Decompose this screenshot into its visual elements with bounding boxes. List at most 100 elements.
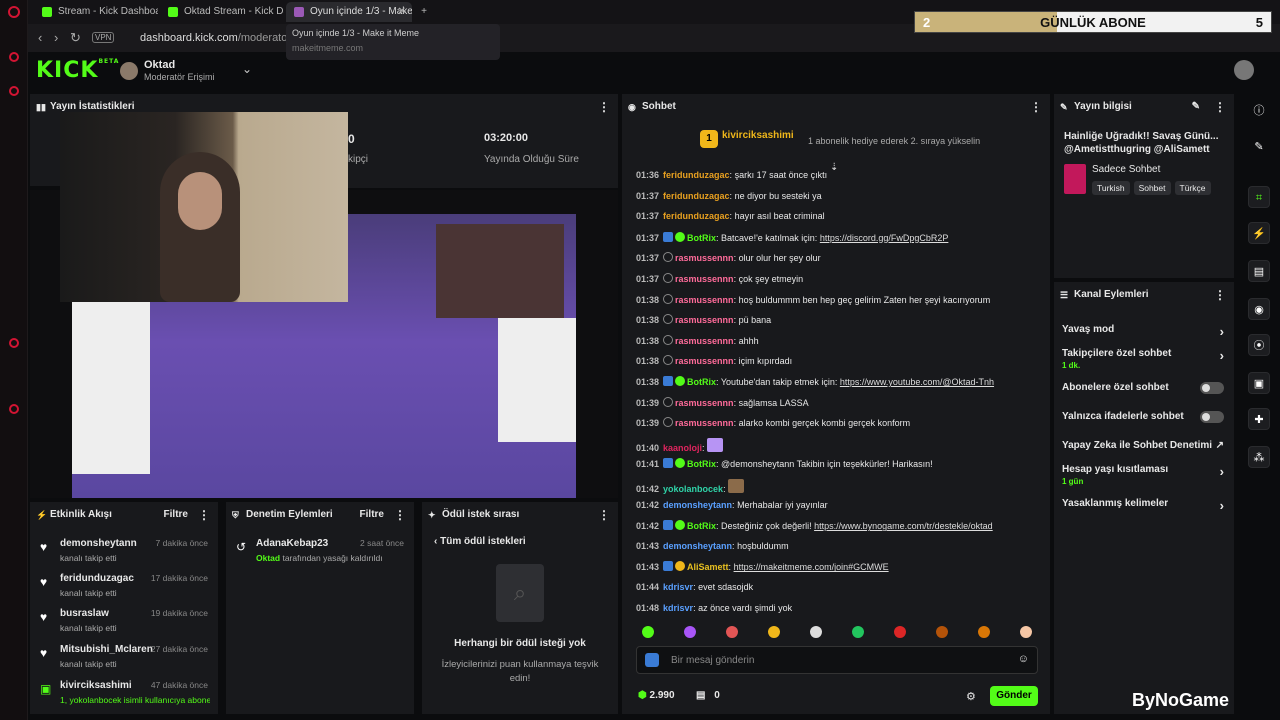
sidebar-app-icon[interactable] <box>9 338 19 348</box>
pinned-user[interactable]: kivirciksashimi <box>722 130 794 141</box>
more-options-icon[interactable]: ⋮ <box>198 502 210 528</box>
tab-stream-dashboard[interactable]: Stream - Kick Dashboard <box>34 2 158 22</box>
clip-icon[interactable]: ⌗ <box>1248 186 1270 208</box>
message-username[interactable]: yokolanbocek <box>663 484 723 494</box>
chat-bubble-icon[interactable]: ◉ <box>1248 298 1270 320</box>
subscribers-only-toggle[interactable] <box>1200 382 1224 394</box>
sidebar-app-icon[interactable] <box>9 86 19 96</box>
emote-icon[interactable] <box>642 626 654 638</box>
sidebar-app-icon[interactable] <box>9 52 19 62</box>
info-icon[interactable]: ⓘ <box>1248 100 1270 122</box>
message-username[interactable]: rasmussennn <box>675 418 734 428</box>
opera-logo-icon[interactable] <box>8 6 20 18</box>
message-username[interactable]: BotRix <box>687 233 716 243</box>
vpn-badge[interactable]: VPN <box>92 32 115 43</box>
filter-button[interactable]: Filtre <box>360 502 384 528</box>
emote-icon[interactable] <box>978 626 990 638</box>
profile-avatar[interactable] <box>1234 60 1254 80</box>
message-username[interactable]: feridunduzagac <box>663 191 730 201</box>
chat-message-input[interactable]: Bir mesaj gönderin ☺ <box>636 646 1038 674</box>
tab-oktad-dashboard[interactable]: Oktad Stream - Kick Dash <box>160 2 284 22</box>
message-username[interactable]: rasmussennn <box>675 336 734 346</box>
all-rewards-link[interactable]: ‹ Tüm ödül istekleri <box>434 536 526 547</box>
event-user[interactable]: feridunduzagac <box>60 573 134 584</box>
filter-button[interactable]: Filtre <box>164 502 188 528</box>
event-user[interactable]: busraslaw <box>60 608 109 619</box>
chevron-down-icon[interactable]: ⌄ <box>242 62 252 76</box>
moderator-name[interactable]: Oktad <box>256 553 280 563</box>
emote-icon[interactable] <box>852 626 864 638</box>
reload-icon[interactable]: ↻ <box>70 30 81 46</box>
message-username[interactable]: BotRix <box>687 459 716 469</box>
message-username[interactable]: BotRix <box>687 377 716 387</box>
new-tab-button[interactable]: + <box>414 2 434 22</box>
message-link[interactable]: https://www.bynogame.com/tr/destekle/okt… <box>814 521 993 531</box>
message-username[interactable]: BotRix <box>687 521 716 531</box>
emote-icon[interactable] <box>936 626 948 638</box>
pencil-icon[interactable]: ✎ <box>1248 136 1270 158</box>
more-options-icon[interactable]: ⋮ <box>394 502 406 528</box>
category-name[interactable]: Sadece Sohbet <box>1092 164 1160 175</box>
emoji-icon[interactable]: ☺ <box>1018 653 1029 665</box>
tag[interactable]: Türkçe <box>1174 181 1211 195</box>
message-username[interactable]: feridunduzagac <box>663 211 730 221</box>
emote-icon[interactable] <box>684 626 696 638</box>
kick-logo[interactable]: KICKBETA <box>36 58 119 83</box>
layout-icon[interactable]: ▣ <box>1248 372 1270 394</box>
more-options-icon[interactable]: ⋮ <box>1030 94 1042 120</box>
moderated-user[interactable]: AdanaKebap23 <box>256 538 328 549</box>
tab-make-it-meme[interactable]: Oyun içinde 1/3 - Make ✕ <box>286 2 412 22</box>
more-options-icon[interactable]: ⋮ <box>598 502 610 528</box>
message-username[interactable]: demonsheytann <box>663 500 732 510</box>
more-options-icon[interactable]: ⋮ <box>1214 94 1226 120</box>
emote-icon[interactable] <box>726 626 738 638</box>
emote-only-toggle[interactable] <box>1200 411 1224 423</box>
send-button[interactable]: Gönder <box>990 686 1038 706</box>
message-username[interactable]: demonsheytann <box>663 541 732 551</box>
broadcast-icon[interactable]: ⦿ <box>1248 334 1270 356</box>
message-username[interactable]: feridunduzagac <box>663 170 730 180</box>
tag[interactable]: Turkish <box>1092 181 1130 195</box>
message-username[interactable]: kaanoloji <box>663 443 702 453</box>
notes-icon[interactable]: ▤ <box>1248 260 1270 282</box>
message-username[interactable]: kdrisvr <box>663 603 693 613</box>
message-link[interactable]: https://discord.gg/FwDpgCbR2P <box>820 233 949 243</box>
emote-icon[interactable] <box>768 626 780 638</box>
bolt-icon[interactable]: ⚡ <box>1248 222 1270 244</box>
account-age-row[interactable]: Hesap yaşı kısıtlaması 1 gün › <box>1062 464 1224 486</box>
message-username[interactable]: rasmussennn <box>675 356 734 366</box>
wrench-icon[interactable]: ✚ <box>1248 408 1270 430</box>
message-username[interactable]: rasmussennn <box>675 253 734 263</box>
event-user[interactable]: kivirciksashimi <box>60 680 132 691</box>
slow-mode-row[interactable]: Yavaş mod › <box>1062 324 1224 339</box>
avatar[interactable] <box>120 62 138 80</box>
more-options-icon[interactable]: ⋮ <box>598 94 610 120</box>
category-thumbnail[interactable] <box>1064 164 1086 194</box>
close-tab-icon[interactable]: ✕ <box>398 2 406 22</box>
settings-gear-icon[interactable]: ⚙ <box>966 690 976 703</box>
ai-moderation-row[interactable]: Yapay Zeka ile Sohbet Denetimi ↗ <box>1062 440 1224 451</box>
followers-only-row[interactable]: Takipçilere özel sohbet 1 dk. › <box>1062 348 1224 370</box>
back-icon[interactable]: ‹ <box>38 30 42 45</box>
forward-icon[interactable]: › <box>54 30 58 45</box>
message-username[interactable]: AliSamett <box>687 562 729 572</box>
message-link[interactable]: https://www.youtube.com/@Oktad-Tnh <box>840 377 994 387</box>
channel-points[interactable]: ⬢ 2.990 <box>638 690 675 701</box>
tag[interactable]: Sohbet <box>1133 181 1171 195</box>
message-username[interactable]: rasmussennn <box>675 274 734 284</box>
message-username[interactable]: rasmussennn <box>675 398 734 408</box>
banned-words-row[interactable]: Yasaklanmış kelimeler › <box>1062 498 1224 513</box>
message-username[interactable]: rasmussennn <box>675 295 734 305</box>
emote-icon[interactable] <box>894 626 906 638</box>
emote-icon[interactable] <box>810 626 822 638</box>
more-options-icon[interactable]: ⋮ <box>1214 282 1226 308</box>
emote-icon[interactable] <box>1020 626 1032 638</box>
event-user[interactable]: Mitsubishi_Mclaren <box>60 644 153 655</box>
message-username[interactable]: kdrisvr <box>663 582 693 592</box>
edit-icon[interactable]: ✎ <box>1192 94 1200 120</box>
channel-name[interactable]: Oktad <box>144 59 175 71</box>
sidebar-app-icon[interactable] <box>9 404 19 414</box>
event-user[interactable]: demonsheytann <box>60 538 137 549</box>
apps-icon[interactable]: ⁂ <box>1248 446 1270 468</box>
message-username[interactable]: rasmussennn <box>675 315 734 325</box>
